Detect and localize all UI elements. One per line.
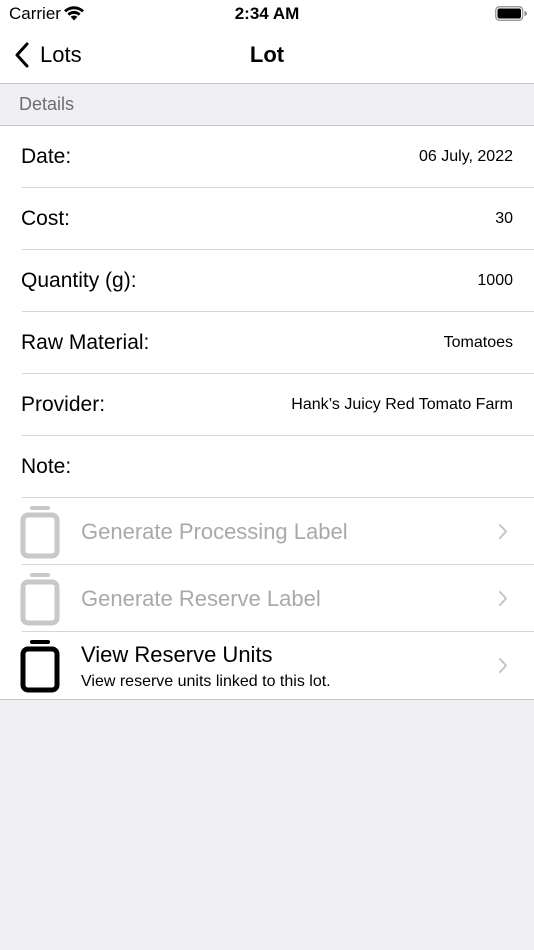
field-row-date: Date: 06 July, 2022: [0, 126, 534, 188]
field-value: Hank’s Juicy Red Tomato Farm: [291, 396, 513, 413]
field-value: 06 July, 2022: [419, 148, 513, 165]
lot-detail-screen: Carrier 2:34 AM Lots Lot Details Date: 0…: [0, 0, 534, 950]
field-row-raw-material: Raw Material: Tomatoes: [0, 312, 534, 374]
field-label: Provider:: [21, 393, 106, 416]
field-label: Raw Material:: [21, 331, 150, 354]
status-time: 2:34 AM: [234, 4, 300, 23]
field-label: Date:: [21, 145, 72, 168]
page-title: Lot: [249, 42, 285, 67]
field-label: Quantity (g):: [21, 269, 137, 292]
view-reserve-units-button[interactable]: View Reserve Units View reserve units li…: [0, 632, 534, 699]
jar-icon: [20, 573, 60, 626]
generate-reserve-label-button[interactable]: Generate Reserve Label: [0, 565, 534, 632]
field-label: Note:: [21, 455, 72, 478]
field-value: Tomatoes: [443, 334, 513, 351]
field-value: 1000: [477, 272, 513, 289]
field-label: Cost:: [21, 207, 71, 230]
field-row-provider: Provider: Hank’s Juicy Red Tomato Farm: [0, 374, 534, 436]
jar-icon: [20, 506, 60, 559]
battery-icon: [495, 6, 527, 21]
status-bar: Carrier 2:34 AM: [0, 0, 534, 28]
jar-icon: [20, 640, 60, 693]
field-row-quantity: Quantity (g): 1000: [0, 250, 534, 312]
field-row-cost: Cost: 30: [0, 188, 534, 250]
chevron-right-icon: [499, 591, 507, 606]
chevron-right-icon: [499, 658, 507, 673]
generate-processing-label-button[interactable]: Generate Processing Label: [0, 498, 534, 565]
action-subtitle: View reserve units linked to this lot.: [81, 673, 331, 690]
details-table: Date: 06 July, 2022 Cost: 30 Quantity (g…: [0, 126, 534, 700]
field-value: 30: [495, 210, 513, 227]
action-title: Generate Reserve Label: [81, 586, 321, 611]
section-header-details: Details: [0, 84, 534, 126]
action-title: View Reserve Units: [81, 642, 273, 667]
field-row-note: Note:: [0, 436, 534, 498]
navigation-bar: Lots Lot: [0, 28, 534, 84]
section-header-label: Details: [19, 94, 75, 114]
chevron-right-icon: [499, 524, 507, 539]
action-title: Generate Processing Label: [81, 519, 348, 544]
